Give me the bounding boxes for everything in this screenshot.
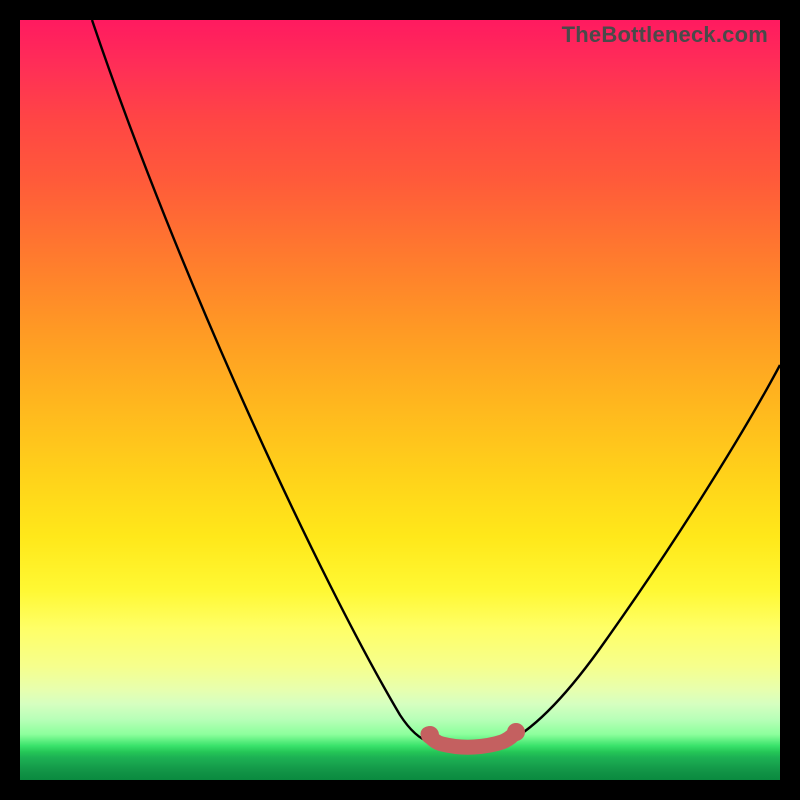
gradient-plot-area: TheBottleneck.com — [20, 20, 780, 780]
bottleneck-curve — [20, 20, 780, 780]
valley-marker-dot-right — [507, 723, 525, 741]
outer-frame: TheBottleneck.com — [0, 0, 800, 800]
valley-marker-dot-left — [421, 726, 439, 744]
valley-marker-stroke — [428, 732, 516, 747]
curve-right-branch — [508, 365, 780, 742]
curve-left-branch — [92, 20, 430, 742]
